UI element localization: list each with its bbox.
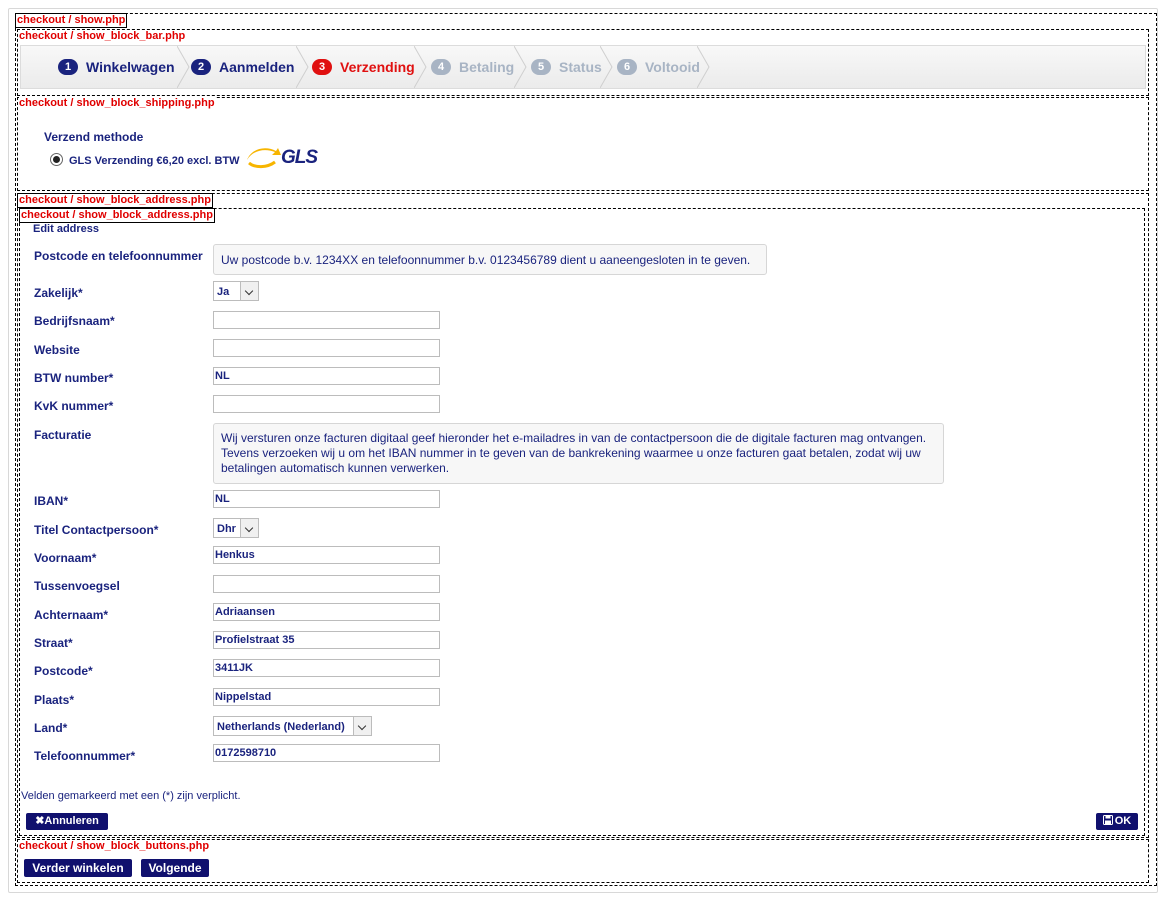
titel-select[interactable]: Dhr [213, 518, 259, 538]
bedrijfsnaam-input[interactable] [213, 311, 440, 329]
postcode-label: Postcode* [34, 664, 93, 678]
achternaam-input[interactable]: Adriaansen [213, 603, 440, 621]
voornaam-input[interactable]: Henkus [213, 546, 440, 564]
required-fields-note: Velden gemarkeerd met een (*) zijn verpl… [21, 790, 241, 802]
ok-button[interactable]: OK [1096, 813, 1138, 830]
kvk-input[interactable] [213, 395, 440, 413]
telefoon-input[interactable]: 0172598710 [213, 744, 440, 762]
step-number: 1 [58, 59, 78, 75]
step-number: 3 [312, 59, 332, 75]
facturatie-label: Facturatie [34, 428, 92, 442]
postcode-input[interactable]: 3411JK [213, 659, 440, 677]
straat-label: Straat* [34, 636, 73, 650]
block-shipping-outline [17, 97, 1149, 191]
save-icon [1102, 815, 1113, 825]
postcode-phone-label: Postcode en telefoonnummer [34, 249, 203, 263]
ok-button-label: OK [1114, 815, 1132, 827]
facturatie-info-box: Wij versturen onze facturen digitaal gee… [213, 423, 944, 484]
tag-bar: checkout / show_block_bar.php [19, 30, 186, 43]
tag-buttons: checkout / show_block_buttons.php [19, 840, 210, 853]
postcode-info-box: Uw postcode b.v. 1234XX en telefoonnumme… [213, 244, 767, 275]
land-select[interactable]: Netherlands (Nederland) [213, 716, 372, 736]
step-number: 4 [431, 59, 451, 75]
zakelijk-value: Ja [217, 286, 230, 298]
cancel-button[interactable]: ✖Annuleren [26, 813, 108, 830]
block-address-inner-outline [19, 208, 1145, 836]
plaats-input[interactable]: Nippelstad [213, 688, 440, 706]
straat-input[interactable]: Profielstraat 35 [213, 631, 440, 649]
step-number: 2 [191, 59, 211, 75]
bedrijfsnaam-label: Bedrijfsnaam* [34, 314, 115, 328]
zakelijk-select[interactable]: Ja [213, 281, 259, 301]
iban-label: IBAN* [34, 494, 69, 508]
land-value: Netherlands (Nederland) [217, 721, 345, 733]
continue-shopping-button[interactable]: Verder winkelen [24, 859, 132, 877]
tussenvoegsel-input[interactable] [213, 575, 440, 593]
step-number: 6 [617, 59, 637, 75]
step-number: 5 [531, 59, 551, 75]
kvk-label: KvK nummer* [34, 399, 114, 413]
checkout-step-bar: 1 Winkelwagen 2 Aanmelden 3 Verzending 4… [20, 45, 1146, 89]
step-separator-icon [177, 46, 190, 88]
step-label: Verzending [340, 59, 415, 75]
step-label: Aanmelden [219, 59, 295, 75]
step-voltooid: 6 Voltooid [617, 46, 700, 88]
step-verzending[interactable]: 3 Verzending [312, 46, 415, 88]
plaats-label: Plaats* [34, 693, 75, 707]
iban-input[interactable]: NL [213, 490, 440, 508]
step-label: Voltooid [645, 59, 700, 75]
btw-label: BTW number* [34, 371, 114, 385]
achternaam-label: Achternaam* [34, 608, 109, 622]
tag-address-inner: checkout / show_block_address.php [19, 208, 215, 223]
step-separator-icon [697, 46, 710, 88]
chevron-down-icon [240, 282, 258, 300]
shipping-radio-gls[interactable] [50, 153, 63, 166]
titel-value: Dhr [217, 523, 236, 535]
chevron-down-icon [353, 717, 371, 735]
step-label: Status [559, 59, 602, 75]
step-winkelwagen[interactable]: 1 Winkelwagen [58, 46, 175, 88]
tag-show: checkout / show.php [15, 13, 128, 28]
step-betaling: 4 Betaling [431, 46, 514, 88]
step-label: Winkelwagen [86, 59, 175, 75]
zakelijk-label: Zakelijk* [34, 286, 83, 300]
shipping-heading: Verzend methode [44, 130, 144, 144]
cancel-button-label: Annuleren [44, 815, 99, 827]
gls-logo: GLS [245, 146, 318, 170]
gls-logo-text: GLS [281, 147, 318, 168]
address-heading: Edit address [33, 223, 100, 235]
shipping-option-label[interactable]: GLS Verzending €6,20 excl. BTW [69, 155, 240, 167]
telefoon-label: Telefoonnummer* [34, 749, 136, 763]
step-label: Betaling [459, 59, 515, 75]
step-separator-icon [296, 46, 309, 88]
step-status: 5 Status [531, 46, 602, 88]
titel-label: Titel Contactpersoon* [34, 523, 159, 537]
step-separator-icon [514, 46, 527, 88]
step-separator-icon [414, 46, 427, 88]
website-label: Website [34, 343, 80, 357]
tag-address-outer: checkout / show_block_address.php [17, 193, 213, 208]
website-input[interactable] [213, 339, 440, 357]
step-separator-icon [600, 46, 613, 88]
next-button[interactable]: Volgende [141, 859, 209, 877]
tag-shipping: checkout / show_block_shipping.php [19, 97, 215, 110]
chevron-down-icon [240, 519, 258, 537]
btw-input[interactable]: NL [213, 367, 440, 385]
land-label: Land* [34, 721, 68, 735]
tussenvoegsel-label: Tussenvoegsel [34, 579, 120, 593]
step-aanmelden[interactable]: 2 Aanmelden [191, 46, 294, 88]
voornaam-label: Voornaam* [34, 551, 97, 565]
